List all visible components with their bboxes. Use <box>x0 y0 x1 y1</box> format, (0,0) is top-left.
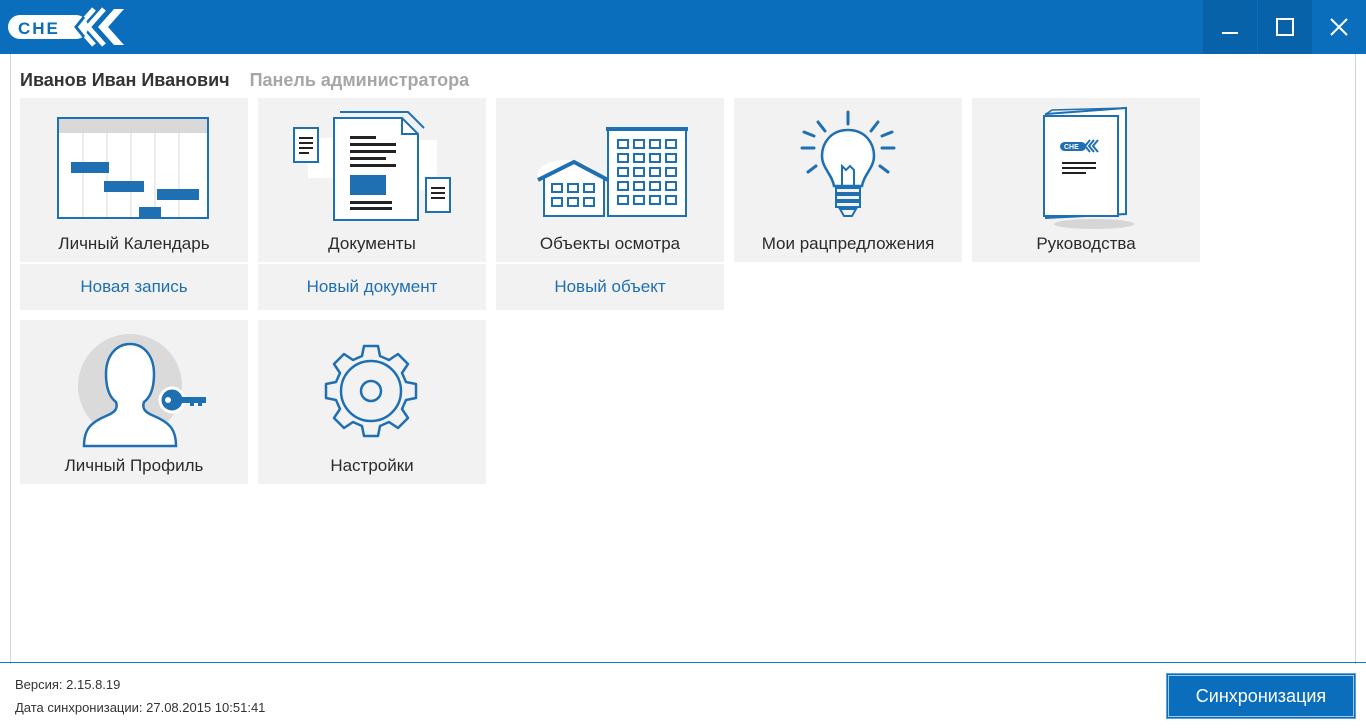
maximize-button[interactable] <box>1258 0 1312 54</box>
sync-date-text: Дата синхронизации: 27.08.2015 10:51:41 <box>15 700 266 715</box>
svg-text:CHE: CHE <box>1064 144 1079 151</box>
header: Иванов Иван Иванович Панель администрато… <box>20 70 469 94</box>
title-bar: CHE <box>0 0 1366 54</box>
maximize-icon <box>1276 18 1294 36</box>
close-icon <box>1330 18 1348 36</box>
tile-label: Личный Календарь <box>58 234 210 253</box>
app-logo: CHE <box>8 7 124 47</box>
manual-book-icon: CHE <box>1043 106 1134 229</box>
footer-divider <box>0 662 1366 663</box>
minimize-icon <box>1222 32 1238 34</box>
tile-settings[interactable]: Настройки <box>258 320 486 484</box>
tile-suggestions[interactable]: Мои рацпредложения <box>734 98 962 262</box>
tile-label: Объекты осмотра <box>539 234 681 253</box>
tile-label: Мои рацпредложения <box>761 234 935 253</box>
documents-icon <box>293 111 451 221</box>
user-key-icon <box>78 334 206 448</box>
sync-button[interactable]: Синхронизация <box>1166 673 1356 719</box>
svg-text:CHE: CHE <box>18 19 60 38</box>
admin-panel-link[interactable]: Панель администратора <box>250 70 470 91</box>
new-document-button[interactable]: Новый документ <box>258 264 486 310</box>
tile-profile[interactable]: Личный Профиль <box>20 320 248 484</box>
tile-label: Настройки <box>330 456 414 475</box>
minimize-button[interactable] <box>1203 0 1257 54</box>
tile-inspection-objects[interactable]: Объекты осмотра <box>496 98 724 262</box>
tile-calendar[interactable]: Личный Календарь <box>20 98 248 262</box>
tile-label: Личный Профиль <box>64 456 204 475</box>
version-text: Версия: 2.15.8.19 <box>15 677 121 692</box>
lightbulb-icon <box>800 110 896 217</box>
buildings-icon <box>537 127 688 217</box>
tile-manuals[interactable]: CHE Руководства <box>972 98 1200 262</box>
tile-documents[interactable]: Документы <box>258 98 486 262</box>
calendar-gantt-icon <box>57 117 209 219</box>
close-button[interactable] <box>1312 0 1366 54</box>
new-entry-button[interactable]: Новая запись <box>20 264 248 310</box>
tile-label: Руководства <box>1036 234 1136 253</box>
tile-label: Документы <box>328 234 416 253</box>
new-object-button[interactable]: Новый объект <box>496 264 724 310</box>
gear-icon <box>324 344 418 438</box>
user-name: Иванов Иван Иванович <box>20 70 230 90</box>
